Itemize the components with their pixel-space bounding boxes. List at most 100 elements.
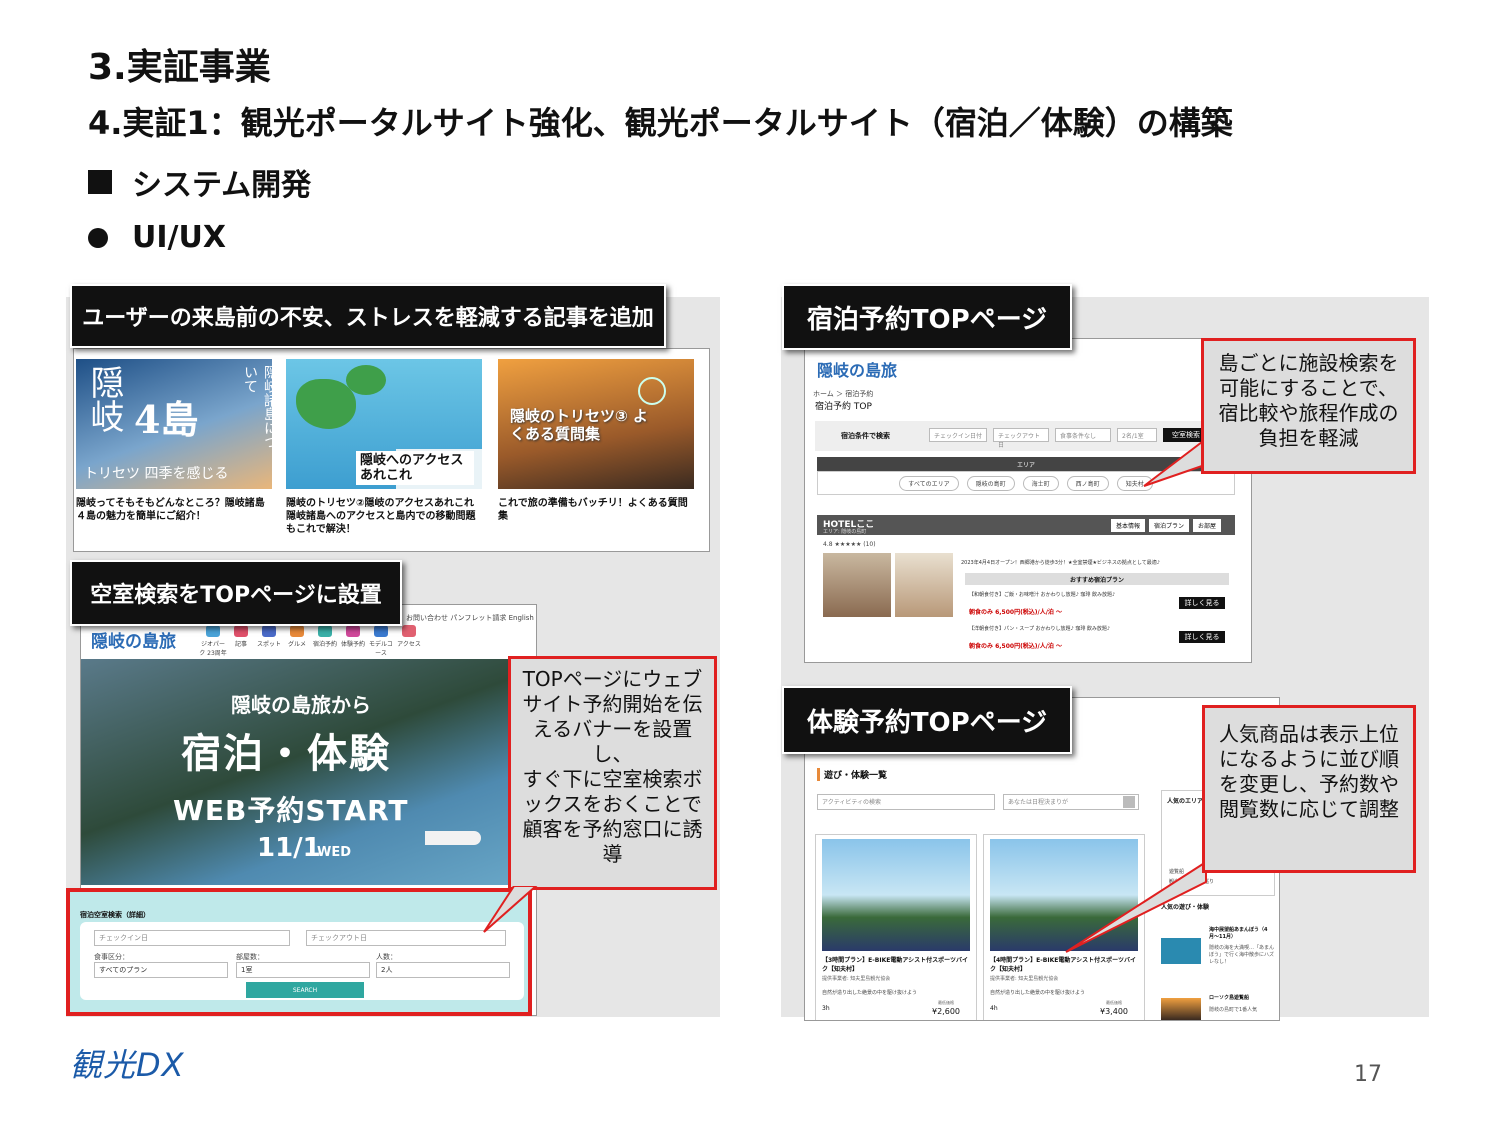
area-okinoshima[interactable]: 隠岐の島町: [966, 475, 1015, 491]
exp-card-2-org: 提供事業者: 知夫里島観光協会: [990, 976, 1059, 982]
rank-2-photo: [1161, 998, 1201, 1020]
vacancy-title: 宿泊空室検索（詳細）: [80, 911, 150, 919]
tab-plans[interactable]: 宿泊プラン: [1149, 519, 1190, 532]
bullet-uiux-text: UI/UX: [132, 220, 226, 255]
search-button[interactable]: SEARCH: [246, 982, 364, 998]
stay-checkout[interactable]: チェックアウト日: [993, 428, 1049, 449]
plans-header: おすすめ宿泊プラン: [965, 573, 1229, 585]
square-bullet-icon: [88, 170, 112, 194]
checkout-field[interactable]: チェックアウト日: [306, 930, 506, 946]
stay-breadcrumb[interactable]: ホーム ＞ 宿泊予約: [813, 389, 873, 399]
rooms-select[interactable]: 1室: [236, 962, 370, 978]
nav-articles[interactable]: 記事: [227, 625, 255, 657]
nav-spots[interactable]: スポット: [255, 625, 283, 657]
banner-line1: 隠岐の島旅から: [231, 693, 371, 717]
hotel-rating: 4.8 ★★★★★ (10): [823, 541, 876, 548]
plan-1-price: 朝食のみ 6,500円(税込)/人/泊 〜: [969, 609, 1063, 616]
callout-banner: TOPページにウェブサイト予約開始を伝えるバナーを設置し、 すぐ下に空室検索ボッ…: [508, 656, 717, 890]
meal-select[interactable]: すべてのプラン: [94, 962, 228, 978]
vacancy-search-box: 宿泊空室検索（詳細） チェックイン日 チェックアウト日 食事区分： 部屋数： 人…: [66, 888, 532, 1016]
nav-experience[interactable]: 体験予約: [339, 625, 367, 657]
boat-icon: [425, 831, 481, 845]
meal-label: 食事区分：: [94, 953, 129, 961]
article-1-heading-b: 4島: [134, 397, 199, 442]
exp-card-2-price: ¥3,400: [1100, 1007, 1128, 1016]
filter-icon[interactable]: [1123, 796, 1135, 808]
banner-date: 11/1: [257, 833, 321, 863]
plan-2-price: 朝食のみ 6,500円(税込)/人/泊 〜: [969, 643, 1063, 650]
exp-card-1-title: 【3時間プラン】E-BIKE電動アシスト付スポーツバイク【知夫村】: [822, 957, 968, 973]
checkin-field[interactable]: チェックイン日: [94, 930, 290, 946]
site-top-links[interactable]: お問い合わせ パンフレット請求 English: [406, 613, 534, 623]
hotel-tabs: 基本情報 宿泊プラン お部屋: [1111, 519, 1222, 532]
hotel-area: エリア: 隠岐の島町: [823, 529, 867, 535]
banner-callout-pointer: [483, 886, 538, 933]
callout-exp: 人気商品は表示上位になるように並び順を変更し、予約数や閲覧数に応じて調整: [1202, 705, 1416, 873]
bullet-uiux: UI/UX: [88, 220, 226, 255]
island-shape: [346, 365, 386, 395]
exp-card-1-price-label: 最低価格: [938, 1000, 954, 1005]
exp-card-1-photo: [822, 839, 970, 951]
article-1-caption[interactable]: 隠岐ってそもそもどんなところ？隠岐諸島４島の魅力を簡単にご紹介！: [76, 497, 272, 523]
hotel-description: 2023年4月4日オープン！西郷港から徒歩3分！★全室禁煙★ビジネスの拠点として…: [961, 560, 1160, 566]
plan-1-detail-button[interactable]: 詳しく見る: [1179, 597, 1225, 609]
label-exp-top: 体験予約TOPページ: [782, 686, 1072, 754]
article-1-side: 隠岐諸島について: [242, 365, 278, 449]
nav-model-course[interactable]: モデルコース: [367, 625, 395, 657]
banner-line3: WEB予約START: [173, 794, 409, 827]
nav-geopark[interactable]: ジオパーク 23周年: [199, 625, 227, 657]
nav-gourmet[interactable]: グルメ: [283, 625, 311, 657]
article-3-caption[interactable]: これで旅の準備もバッチリ！よくある質問集: [498, 497, 694, 523]
plan-1[interactable]: 【和朝食付き】ご飯・お味噌汁 おかわりし放題♪ 珈琲 飲み放題♪: [969, 591, 1159, 598]
rooms-label: 部屋数：: [236, 953, 264, 961]
area-all[interactable]: すべてのエリア: [899, 475, 959, 491]
badge-icon: [638, 377, 666, 405]
site-logo[interactable]: 隠岐の島旅: [91, 627, 176, 652]
exp-card-2-desc: 自然が造り出した絶景の中を駆け抜けよう: [990, 990, 1086, 996]
rank-2-desc: 隠岐の島町で1番人気: [1209, 1007, 1258, 1013]
area-nishinoshima[interactable]: 西ノ島町: [1066, 475, 1109, 491]
hotel-photo-exterior: [823, 553, 891, 617]
rank-2-title[interactable]: ローソク島遊覧船: [1209, 994, 1275, 1001]
exp-card-1[interactable]: 【3時間プラン】E-BIKE電動アシスト付スポーツバイク【知夫村】 提供事業者:…: [815, 834, 977, 1020]
article-3-image: 隠岐のトリセツ③ よくある質問集: [498, 359, 694, 489]
label-vacancy: 空室検索をTOPページに設置: [70, 560, 402, 626]
stay-top-screenshot: 隠岐の島旅 ホーム ＞ 宿泊予約 宿泊予約 TOP 宿泊条件で検索 チェックイン…: [804, 338, 1252, 663]
bullet-system-text: システム開発: [132, 168, 312, 203]
tab-rooms[interactable]: お部屋: [1193, 519, 1222, 532]
stay-site-logo[interactable]: 隠岐の島旅: [817, 357, 897, 381]
callout-stay: 島ごとに施設検索を可能にすることで、宿比較や旅程作成の負担を軽減: [1201, 338, 1416, 474]
stay-page-title: 宿泊予約 TOP: [815, 402, 872, 412]
exp-card-1-duration: 3h: [822, 1005, 830, 1012]
exp-popular-head: 人気のエリア: [1167, 798, 1204, 805]
stay-search-label: 宿泊条件で検索: [841, 432, 890, 440]
exp-card-1-org: 提供事業者: 知夫里島観光協会: [822, 976, 891, 982]
article-2-image: 隠岐へのアクセスあれこれ: [286, 359, 482, 489]
nav-access[interactable]: アクセス: [395, 625, 423, 657]
nav-stay[interactable]: 宿泊予約: [311, 625, 339, 657]
stay-meal[interactable]: 食事条件なし: [1055, 428, 1111, 442]
tab-basic-info[interactable]: 基本情報: [1111, 519, 1146, 532]
plan-2[interactable]: 【洋朝食付き】パン・スープ おかわりし放題♪ 珈琲 飲み放題♪: [969, 625, 1159, 632]
exp-callout-pointer: [1065, 860, 1207, 953]
article-1-sub: トリセツ 四季を感じる: [84, 466, 229, 482]
exp-list-title: 遊び・体験一覧: [817, 768, 887, 781]
exp-card-1-desc: 自然が造り出した絶景の中を駆け抜けよう: [822, 990, 918, 996]
site-nav: ジオパーク 23周年 記事 スポット グルメ 宿泊予約 体験予約 モデルコース …: [199, 625, 423, 657]
exp-card-1-price: ¥2,600: [932, 1007, 960, 1016]
exp-card-2-duration: 4h: [990, 1005, 998, 1012]
banner-line2: 宿泊・体験: [181, 731, 391, 777]
page-number: 17: [1354, 1062, 1382, 1087]
article-2-caption[interactable]: 隠岐のトリセツ②隠岐のアクセスあれこれ 隠岐諸島へのアクセスと島内での移動問題も…: [286, 497, 482, 536]
exp-card-2-price-label: 最低価格: [1106, 1000, 1122, 1005]
stay-checkin[interactable]: チェックイン日付: [929, 428, 987, 442]
plan-2-detail-button[interactable]: 詳しく見る: [1179, 631, 1225, 643]
exp-search-input[interactable]: アクティビティの検索: [817, 794, 995, 810]
exp-date-input[interactable]: あなたは日程決まりが: [1003, 794, 1139, 810]
label-articles: ユーザーの来島前の不安、ストレスを軽減する記事を追加: [70, 284, 666, 348]
area-ama[interactable]: 海士町: [1022, 475, 1059, 491]
article-2-heading: 隠岐へのアクセスあれこれ: [356, 451, 474, 485]
page-subtitle: 4.実証1：観光ポータルサイト強化、観光ポータルサイト（宿泊／体験）の構築: [88, 104, 1233, 142]
people-select[interactable]: 2人: [376, 962, 510, 978]
reservation-banner[interactable]: 隠岐の島旅から 宿泊・体験 WEB予約START 11/1 WED: [81, 659, 536, 885]
